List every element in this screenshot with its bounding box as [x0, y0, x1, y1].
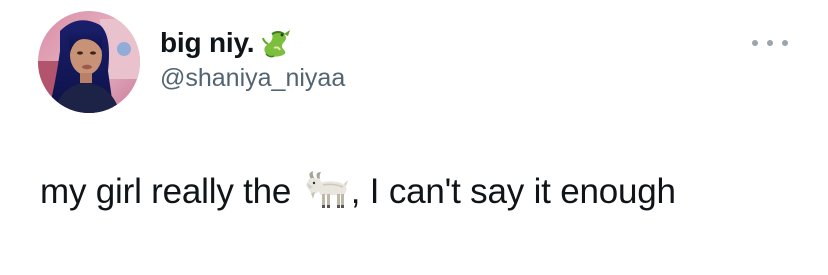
more-horizontal-icon-dot [767, 40, 773, 46]
dragon-emoji-icon [260, 26, 296, 60]
user-info: big niy. @shaniya_niyaa [160, 26, 345, 93]
tweet-text: my girl really the , I can't say it enou… [40, 163, 800, 221]
tweet-text-part-2: , I can't say it enough [350, 172, 676, 211]
name-row: big niy. [160, 26, 345, 60]
tweet-card: big niy. @shaniya_niyaa my girl really t… [0, 0, 828, 275]
more-horizontal-icon-dot [782, 40, 788, 46]
display-name[interactable]: big niy. [160, 27, 255, 59]
tweet-text-part-1: my girl really the [40, 172, 301, 211]
avatar-image [38, 11, 140, 113]
handle[interactable]: @shaniya_niyaa [160, 64, 345, 93]
more-horizontal-icon [752, 40, 758, 46]
goat-emoji-icon [303, 169, 349, 208]
more-options-button[interactable] [752, 36, 788, 50]
avatar[interactable] [38, 11, 140, 113]
